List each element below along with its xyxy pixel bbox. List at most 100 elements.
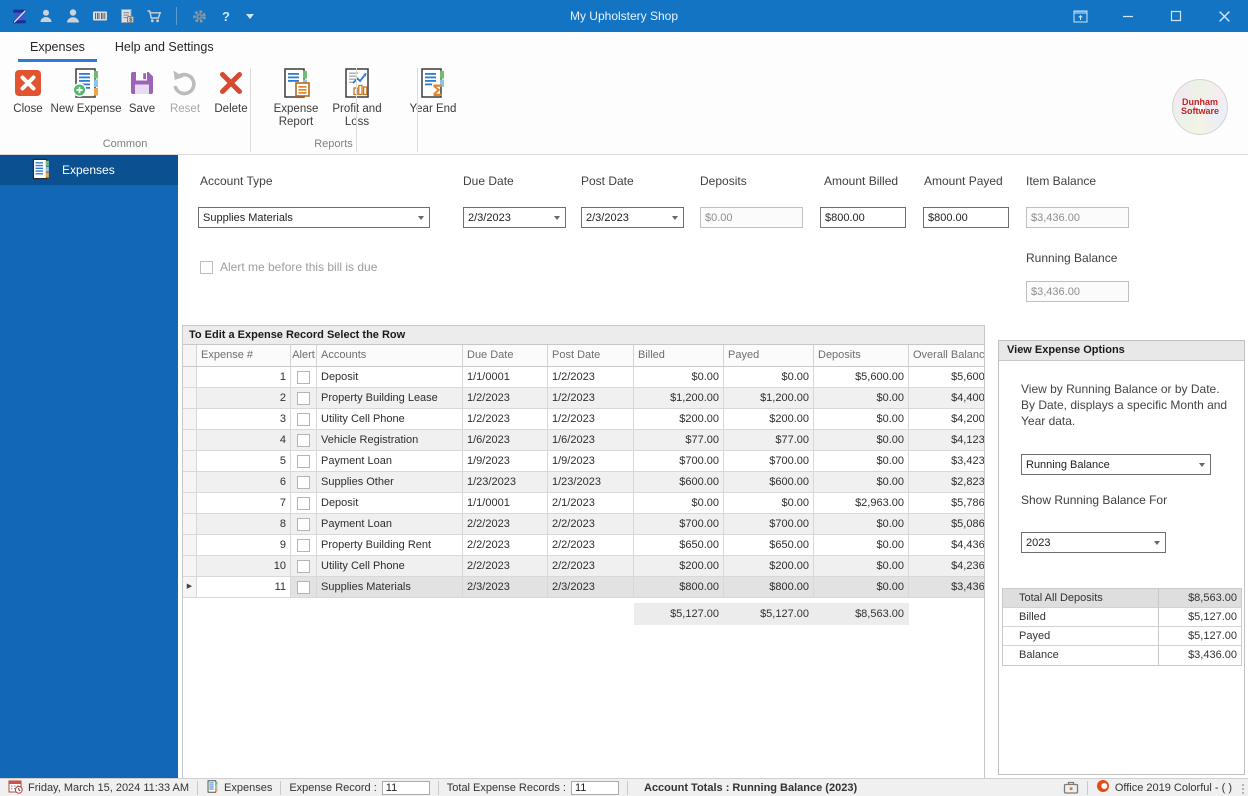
- app-logo: [10, 7, 28, 25]
- table-row[interactable]: 6 Supplies Other 1/23/2023 1/23/2023 $60…: [183, 472, 984, 493]
- alert-checkbox[interactable]: [297, 517, 310, 531]
- alert-checkbox[interactable]: [297, 538, 310, 552]
- alert-checkbox[interactable]: [297, 475, 310, 489]
- profit-and-loss-button[interactable]: Profit and Loss: [326, 62, 388, 129]
- options-panel-title: View Expense Options: [999, 341, 1244, 361]
- cell-accounts: Vehicle Registration: [317, 430, 463, 451]
- alert-checkbox[interactable]: [297, 454, 310, 468]
- cell-alert[interactable]: [291, 514, 317, 535]
- table-row[interactable]: 3 Utility Cell Phone 1/2/2023 1/2/2023 $…: [183, 409, 984, 430]
- tab-expenses[interactable]: Expenses: [18, 32, 97, 62]
- checkbox-icon[interactable]: [200, 260, 213, 274]
- account-total-label: Balance: [1003, 646, 1159, 665]
- table-row[interactable]: 8 Payment Loan 2/2/2023 2/2/2023 $700.00…: [183, 514, 984, 535]
- cell-billed: $650.00: [634, 535, 724, 556]
- table-row[interactable]: 5 Payment Loan 1/9/2023 1/9/2023 $700.00…: [183, 451, 984, 472]
- alert-checkbox[interactable]: [297, 391, 310, 405]
- header-billed[interactable]: Billed: [634, 345, 724, 367]
- cell-alert[interactable]: [291, 451, 317, 472]
- header-accounts[interactable]: Accounts: [317, 345, 463, 367]
- post-date-picker[interactable]: 2/3/2023: [581, 207, 684, 228]
- cell-overall-balance: $4,436.00: [909, 535, 984, 556]
- cell-due-date: 1/9/2023: [463, 451, 548, 472]
- due-date-picker[interactable]: 2/3/2023: [463, 207, 566, 228]
- header-due-date[interactable]: Due Date: [463, 345, 548, 367]
- sidebar-item-expenses[interactable]: Expenses: [0, 155, 178, 185]
- alert-checkbox[interactable]: [297, 580, 310, 594]
- alert-checkbox[interactable]: [297, 412, 310, 426]
- cell-alert[interactable]: [291, 556, 317, 577]
- expense-report-button[interactable]: Expense Report: [266, 62, 326, 129]
- new-expense-button[interactable]: New Expense: [50, 62, 122, 116]
- year-end-button[interactable]: Σ Year End: [404, 62, 462, 116]
- header-overall-balance[interactable]: Overall Balance: [909, 345, 984, 367]
- alert-checkbox[interactable]: [297, 559, 310, 573]
- cell-alert[interactable]: [291, 367, 317, 388]
- table-row[interactable]: 2 Property Building Lease 1/2/2023 1/2/2…: [183, 388, 984, 409]
- header-deposits[interactable]: Deposits: [814, 345, 909, 367]
- view-by-select[interactable]: Running Balance: [1021, 454, 1211, 475]
- ribbon-display-options-icon[interactable]: [1056, 0, 1104, 32]
- help-icon[interactable]: ?: [217, 7, 235, 25]
- table-row[interactable]: ▶ 11 Supplies Materials 2/3/2023 2/3/202…: [183, 577, 984, 598]
- cell-alert[interactable]: [291, 472, 317, 493]
- cell-alert[interactable]: [291, 388, 317, 409]
- employee-icon[interactable]: [64, 7, 82, 25]
- total-records-field[interactable]: [571, 780, 619, 795]
- close-window-icon[interactable]: [1200, 0, 1248, 32]
- alert-checkbox[interactable]: [297, 433, 310, 447]
- table-row[interactable]: 7 Deposit 1/1/0001 2/1/2023 $0.00 $0.00 …: [183, 493, 984, 514]
- close-button[interactable]: Close: [6, 62, 50, 116]
- account-total-label: Total All Deposits: [1003, 589, 1159, 607]
- cell-alert[interactable]: [291, 430, 317, 451]
- alert-checkbox[interactable]: [297, 370, 310, 384]
- row-indicator: [183, 535, 197, 556]
- account-total-row: Total All Deposits $8,563.00: [1003, 589, 1241, 608]
- customer-icon[interactable]: [37, 7, 55, 25]
- header-expense-num[interactable]: Expense #: [197, 345, 291, 367]
- account-type-select[interactable]: Supplies Materials: [198, 207, 430, 228]
- briefcase-icon[interactable]: [1055, 780, 1087, 795]
- cell-alert[interactable]: [291, 577, 317, 598]
- cell-alert[interactable]: [291, 493, 317, 514]
- minimize-icon[interactable]: [1104, 0, 1152, 32]
- status-datetime: Friday, March 15, 2024 11:33 AM: [0, 779, 197, 796]
- sidebar-item-label: Expenses: [62, 163, 115, 177]
- barcode-icon[interactable]: [91, 7, 109, 25]
- resize-grip[interactable]: [1240, 784, 1248, 796]
- status-theme[interactable]: Office 2019 Colorful - ( ): [1088, 779, 1240, 796]
- table-row[interactable]: 9 Property Building Rent 2/2/2023 2/2/20…: [183, 535, 984, 556]
- cart-icon[interactable]: [145, 7, 163, 25]
- alert-before-due-checkbox[interactable]: Alert me before this bill is due: [200, 260, 377, 274]
- header-post-date[interactable]: Post Date: [548, 345, 634, 367]
- header-alert[interactable]: Alert: [291, 345, 317, 367]
- row-indicator: [183, 388, 197, 409]
- header-payed[interactable]: Payed: [724, 345, 814, 367]
- settings-gear-icon[interactable]: [190, 7, 208, 25]
- save-icon: [126, 67, 158, 99]
- alert-checkbox[interactable]: [297, 496, 310, 510]
- year-select[interactable]: 2023: [1021, 532, 1166, 553]
- maximize-icon[interactable]: [1152, 0, 1200, 32]
- delete-button[interactable]: Delete: [208, 62, 254, 116]
- cell-expense-num: 11: [197, 577, 291, 598]
- row-indicator: [183, 451, 197, 472]
- amount-payed-field[interactable]: [923, 207, 1009, 228]
- table-row[interactable]: 4 Vehicle Registration 1/6/2023 1/6/2023…: [183, 430, 984, 451]
- invoice-icon[interactable]: $: [118, 7, 136, 25]
- cell-alert[interactable]: [291, 535, 317, 556]
- post-date-label: Post Date: [581, 174, 634, 188]
- grid-scroll-area: Expense # Alert Accounts Due Date Post D…: [183, 345, 984, 598]
- cell-deposits: $0.00: [814, 430, 909, 451]
- window-controls: [1056, 0, 1248, 32]
- amount-billed-field[interactable]: [820, 207, 906, 228]
- table-row[interactable]: 10 Utility Cell Phone 2/2/2023 2/2/2023 …: [183, 556, 984, 577]
- toolbar-dropdown-icon[interactable]: [246, 13, 254, 19]
- ribbon: Expenses Help and Settings Close New Exp…: [0, 32, 1248, 155]
- table-row[interactable]: 1 Deposit 1/1/0001 1/2/2023 $0.00 $0.00 …: [183, 367, 984, 388]
- cell-alert[interactable]: [291, 409, 317, 430]
- tab-help-and-settings[interactable]: Help and Settings: [103, 32, 226, 62]
- expense-record-field[interactable]: [381, 780, 430, 795]
- save-button[interactable]: Save: [122, 62, 162, 116]
- reset-button[interactable]: Reset: [162, 62, 208, 116]
